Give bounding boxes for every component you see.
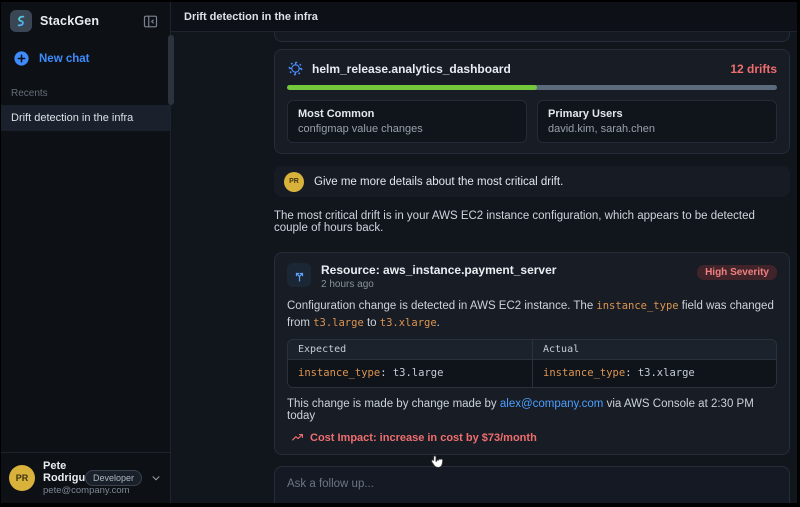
app-name: StackGen <box>40 14 100 28</box>
description-text: . <box>436 316 440 329</box>
branch-split-icon <box>287 263 311 287</box>
user-avatar: PR <box>9 465 35 491</box>
drift-count: 12 drifts <box>730 61 777 76</box>
user-name: Pete Rodriguez <box>43 460 97 484</box>
diff-table-header-actual: Actual <box>532 340 776 361</box>
resource-card-header: Resource: aws_instance.payment_server 2 … <box>287 263 777 290</box>
main-panel: Drift detection in the infra helm_releas… <box>171 2 797 503</box>
conversation-title: Drift detection in the infra <box>184 10 318 23</box>
stat-primary-users: Primary Users david.kim, sarah.chen <box>537 100 777 143</box>
code-instance-type: instance_type <box>596 300 679 312</box>
window-frame: StackGen New chat Recents Drift detectio… <box>0 0 800 507</box>
diff-value: : t3.xlarge <box>625 367 695 380</box>
code-t3-large: t3.large <box>313 316 364 329</box>
helm-icon <box>288 61 303 76</box>
resource-title: Resource: aws_instance.payment_server <box>321 263 557 277</box>
sidebar-header: StackGen <box>1 2 170 38</box>
stackgen-logo-icon <box>10 10 32 32</box>
drift-progress-bar <box>287 85 777 90</box>
resource-detail-card: Resource: aws_instance.payment_server 2 … <box>274 252 790 456</box>
stat-label: Most Common <box>298 108 375 120</box>
previous-card-clipped <box>274 32 790 42</box>
stat-label: Primary Users <box>548 108 623 120</box>
drift-summary-header: helm_release.analytics_dashboard 12 drif… <box>287 60 777 77</box>
main-header: Drift detection in the infra <box>171 2 797 32</box>
user-message-avatar: PR <box>284 171 304 192</box>
user-email: pete@company.com <box>43 485 130 496</box>
description-text: Configuration change is detected in AWS … <box>287 300 597 312</box>
email-link[interactable]: alex@company.com <box>500 398 604 410</box>
diff-cell-actual: instance_type: t3.xlarge <box>532 360 776 388</box>
diff-key: instance_type <box>543 367 626 380</box>
collapse-sidebar-icon[interactable] <box>140 11 160 31</box>
chat-scroll-area: helm_release.analytics_dashboard 12 drif… <box>171 32 797 503</box>
change-attribution: This change is made by change made by al… <box>287 398 777 422</box>
drift-progress-fill <box>287 85 537 90</box>
user-message: PR Give me more details about the most c… <box>274 166 790 197</box>
resource-title-group: Resource: aws_instance.payment_server 2 … <box>321 263 556 290</box>
drift-stats: Most Common configmap value changes Prim… <box>287 100 777 143</box>
stat-value: david.kim, sarah.chen <box>548 123 655 135</box>
stackgen-app: StackGen New chat Recents Drift detectio… <box>1 2 797 503</box>
stat-value: configmap value changes <box>298 123 423 135</box>
chevron-down-icon[interactable] <box>150 472 162 484</box>
resource-timestamp: 2 hours ago <box>321 279 374 290</box>
severity-badge: High Severity <box>697 265 777 280</box>
composer: ↑ <box>274 466 790 503</box>
diff-key: instance_type <box>298 367 381 380</box>
code-t3-xlarge: t3.xlarge <box>379 316 437 329</box>
user-message-text: Give me more details about the most crit… <box>314 175 564 188</box>
sidebar-item-drift-detection[interactable]: Drift detection in the infra <box>1 105 170 131</box>
user-profile-row[interactable]: PR Pete Rodriguez pete@company.com Devel… <box>1 452 170 503</box>
attribution-text: This change is made by change made by <box>287 398 500 411</box>
trending-up-icon <box>292 434 303 441</box>
description-text: to <box>363 316 380 329</box>
sidebar: StackGen New chat Recents Drift detectio… <box>1 2 171 503</box>
drift-resource-name: helm_release.analytics_dashboard <box>312 61 511 76</box>
sidebar-scrollbar-thumb[interactable] <box>168 35 174 105</box>
resource-description: Configuration change is detected in AWS … <box>287 298 777 331</box>
drift-summary-card: helm_release.analytics_dashboard 12 drif… <box>274 49 790 154</box>
role-badge: Developer <box>84 470 142 486</box>
recents-section-label: Recents <box>11 88 48 99</box>
user-info: Pete Rodriguez pete@company.com <box>43 460 130 496</box>
new-chat-button[interactable]: New chat <box>1 41 170 75</box>
plus-circle-icon <box>14 51 29 66</box>
assistant-intro-text: The most critical drift is in your AWS E… <box>274 210 755 234</box>
stat-most-common: Most Common configmap value changes <box>287 100 527 143</box>
follow-up-input[interactable] <box>275 467 789 503</box>
new-chat-label: New chat <box>39 52 90 65</box>
cost-impact: Cost Impact: increase in cost by $73/mon… <box>287 431 777 444</box>
cost-impact-text: Cost Impact: increase in cost by $73/mon… <box>310 431 537 444</box>
diff-cell-expected: instance_type: t3.large <box>288 360 532 388</box>
diff-table-header-expected: Expected <box>288 340 532 361</box>
diff-value: : t3.large <box>380 367 444 380</box>
diff-table: Expected Actual instance_type: t3.large … <box>287 339 777 389</box>
